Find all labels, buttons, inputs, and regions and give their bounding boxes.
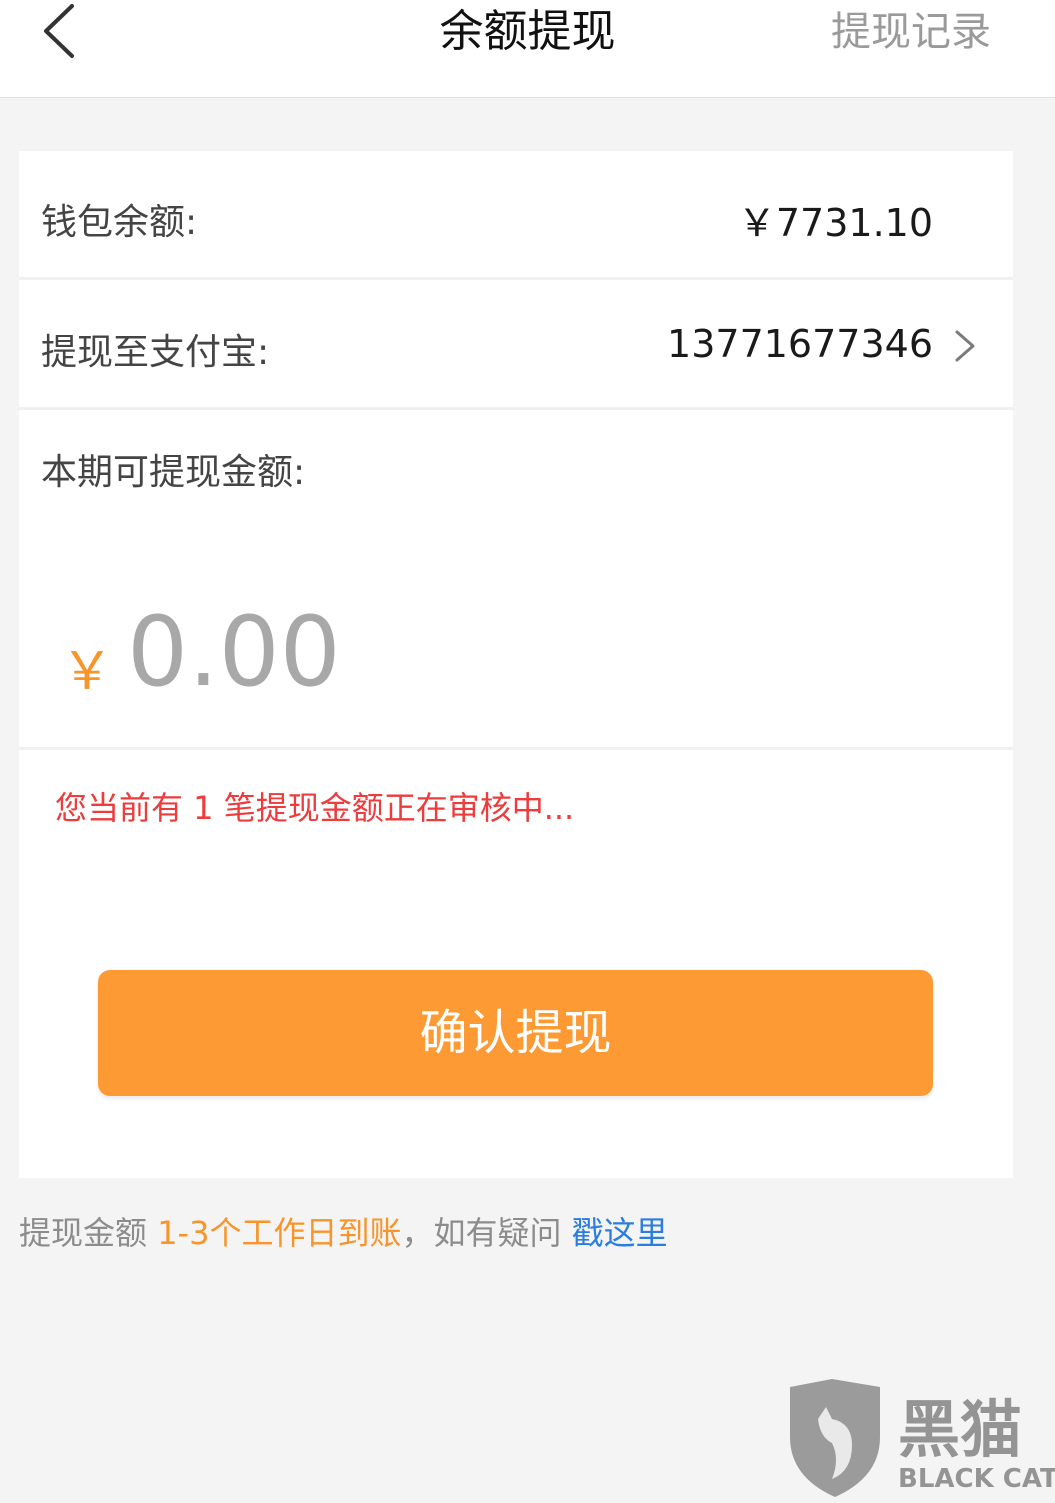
divider bbox=[19, 407, 1013, 410]
watermark-brand-cn: 黑猫 bbox=[898, 1393, 1022, 1466]
help-link[interactable]: 戳这里 bbox=[572, 1214, 668, 1252]
amount-input[interactable] bbox=[127, 587, 827, 717]
watermark-brand-en: BLACK CAT bbox=[898, 1464, 1055, 1494]
withdraw-card: 钱包余额: ￥7731.10 提现至支付宝: 13771677346 本期可提现… bbox=[19, 151, 1013, 1178]
arrival-note: 提现金额 1-3个工作日到账，如有疑问 戳这里 bbox=[19, 1208, 668, 1254]
alipay-label: 提现至支付宝: bbox=[41, 323, 269, 375]
shield-cat-icon: 黑猫 BLACK CAT bbox=[780, 1379, 1055, 1499]
withdrawable-label: 本期可提现金额: bbox=[41, 443, 305, 495]
arrival-note-middle: ，如有疑问 bbox=[401, 1214, 571, 1252]
arrival-note-prefix: 提现金额 bbox=[19, 1214, 157, 1252]
alipay-account: 13771677346 bbox=[667, 322, 933, 366]
chevron-right-icon bbox=[953, 328, 977, 364]
currency-symbol: ￥ bbox=[61, 629, 113, 704]
blackcat-watermark: 黑猫 BLACK CAT bbox=[780, 1379, 1055, 1499]
balance-label: 钱包余额: bbox=[41, 193, 197, 245]
withdraw-records-link[interactable]: 提现记录 bbox=[831, 4, 991, 60]
confirm-withdraw-button[interactable]: 确认提现 bbox=[98, 970, 933, 1096]
arrival-time-highlight: 1-3个工作日到账 bbox=[157, 1214, 401, 1252]
balance-value: ￥7731.10 bbox=[738, 192, 933, 247]
divider bbox=[19, 747, 1013, 750]
balance-row: 钱包余额: ￥7731.10 bbox=[19, 151, 1013, 277]
pending-review-warning: 您当前有 1 笔提现金额正在审核中... bbox=[55, 783, 574, 829]
alipay-account-row[interactable]: 提现至支付宝: 13771677346 bbox=[19, 280, 1013, 407]
nav-bar: 余额提现 提现记录 bbox=[0, 0, 1055, 98]
